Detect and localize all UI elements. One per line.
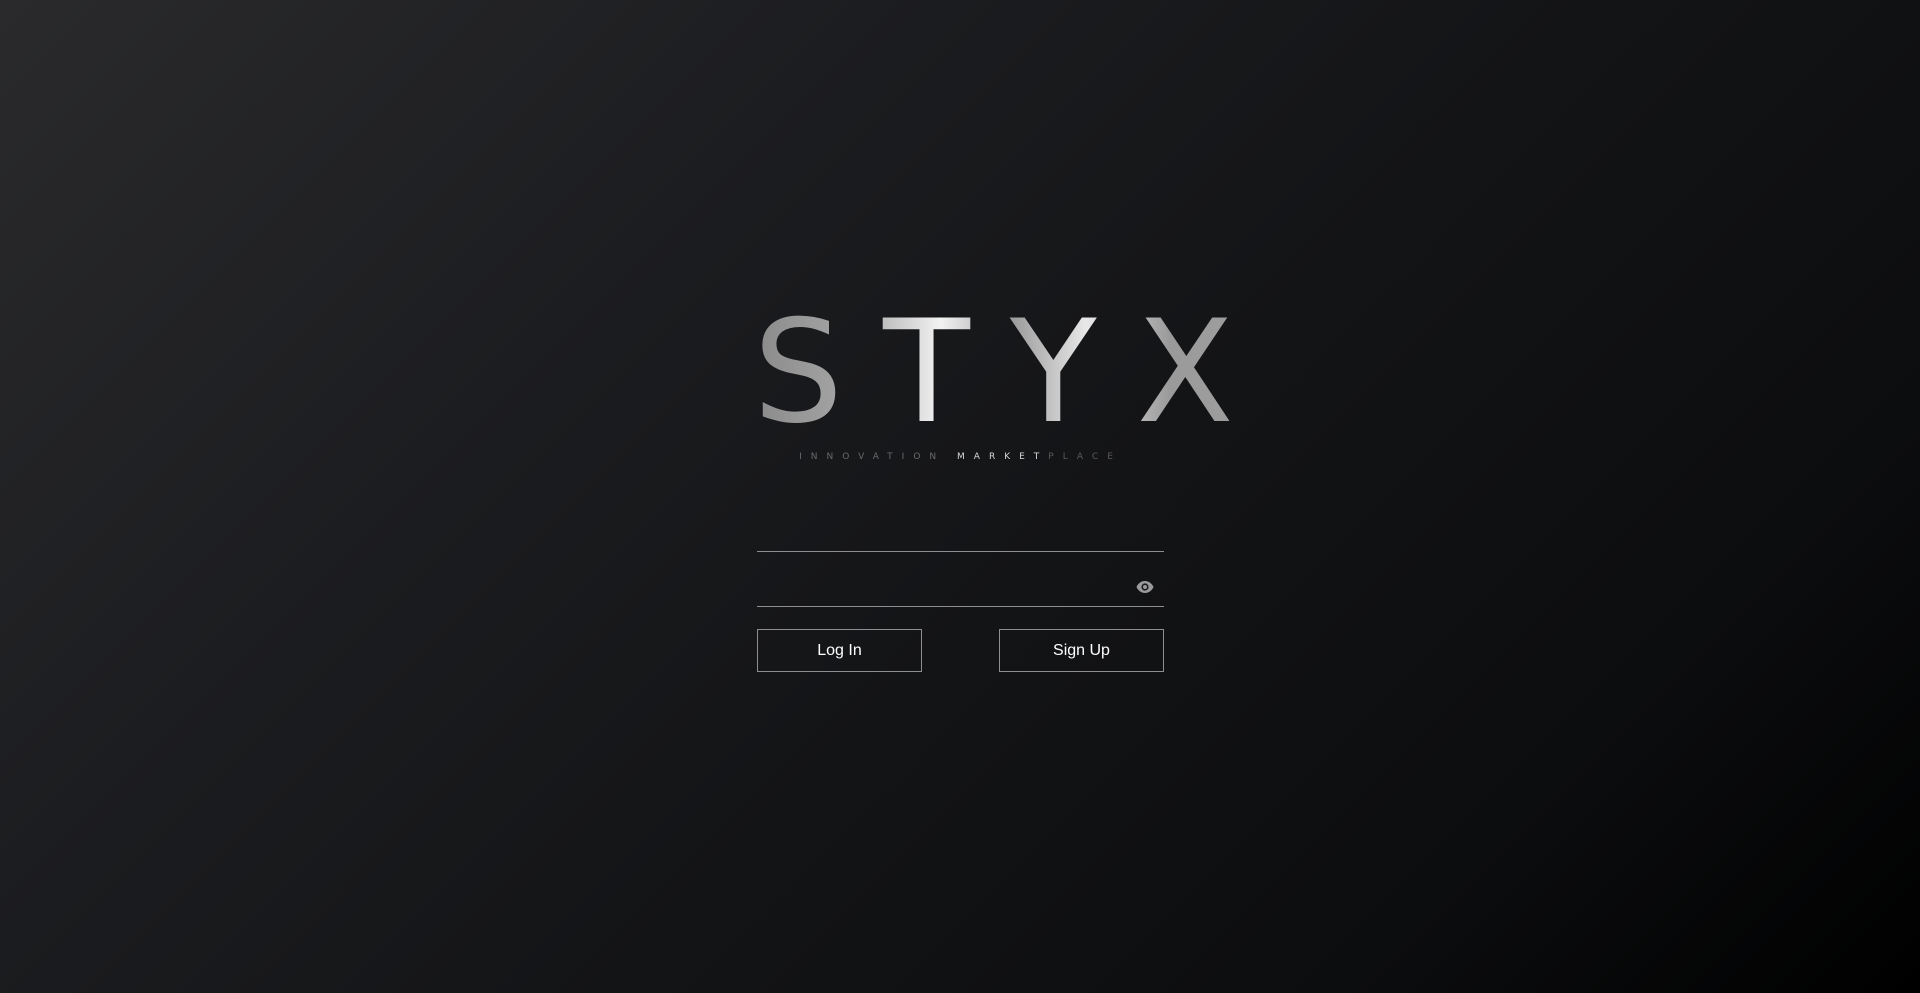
brand-tagline: INNOVATION MARKETPLACE [757,452,1164,462]
username-input[interactable] [757,511,1164,551]
brand-logo: STYX [753,300,1234,444]
password-field [757,566,1164,607]
tagline-place: PLACE [1048,452,1122,462]
brand-name: STYX [753,290,1274,455]
tagline-market: MARKET [957,452,1049,462]
username-field [757,511,1164,552]
password-input[interactable] [757,566,1164,606]
tagline-innovation: INNOVATION [799,452,958,462]
eye-icon[interactable] [1136,580,1154,594]
signup-button[interactable]: Sign Up [999,629,1164,672]
login-button[interactable]: Log In [757,629,922,672]
